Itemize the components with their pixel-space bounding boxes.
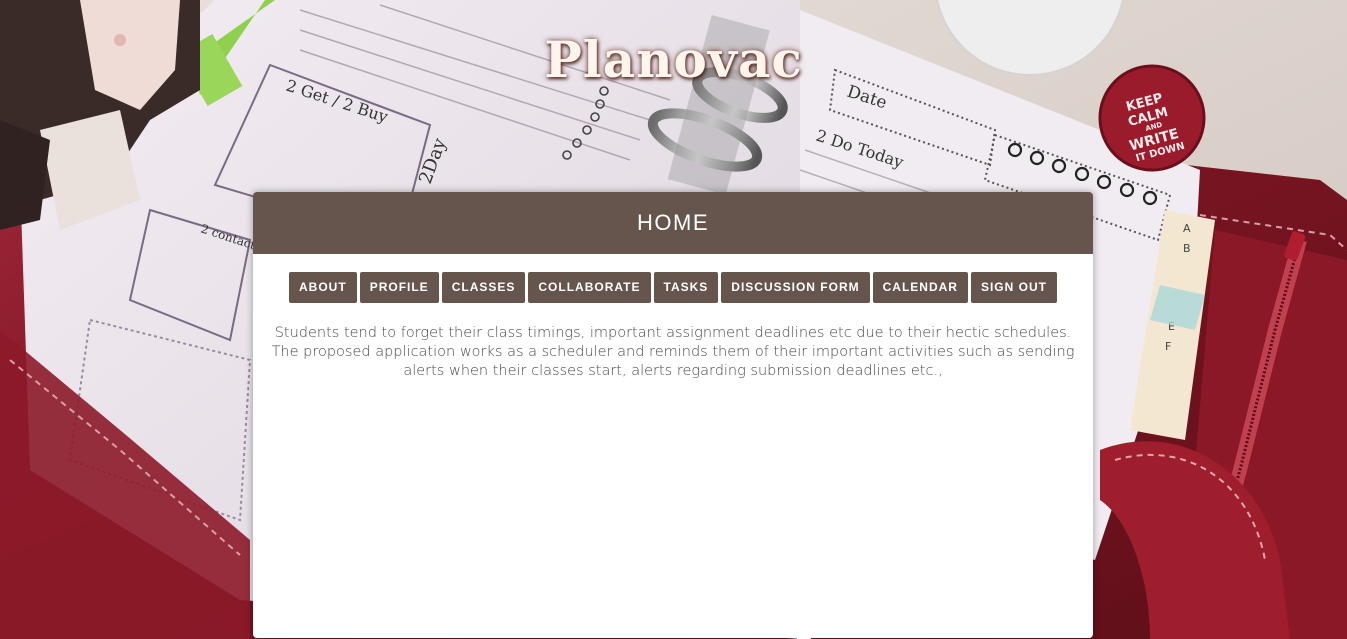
nav-discussion-form-button[interactable]: DISCUSSION FORM xyxy=(721,272,870,303)
main-nav: ABOUT PROFILE CLASSES COLLABORATE TASKS … xyxy=(253,272,1093,303)
nav-profile-button[interactable]: PROFILE xyxy=(359,272,439,303)
bottom-notch xyxy=(797,633,811,639)
svg-text:B: B xyxy=(1183,242,1191,255)
nav-about-button[interactable]: ABOUT xyxy=(289,272,357,303)
nav-classes-button[interactable]: CLASSES xyxy=(441,272,526,303)
intro-text: Students tend to forget their class timi… xyxy=(271,325,1075,379)
svg-text:F: F xyxy=(1165,340,1171,353)
content-panel: HOME ABOUT PROFILE CLASSES COLLABORATE T… xyxy=(253,192,1093,638)
svg-text:A: A xyxy=(1183,222,1191,235)
nav-calendar-button[interactable]: CALENDAR xyxy=(872,272,968,303)
nav-tasks-button[interactable]: TASKS xyxy=(653,272,719,303)
page: 2 Get / 2 Buy 2 contact 2Day Date 2 Do T… xyxy=(0,0,1347,639)
nav-sign-out-button[interactable]: SIGN OUT xyxy=(970,272,1057,303)
page-heading: HOME xyxy=(253,192,1093,254)
nav-collaborate-button[interactable]: COLLABORATE xyxy=(528,272,651,303)
site-title: Planovac xyxy=(544,30,803,89)
